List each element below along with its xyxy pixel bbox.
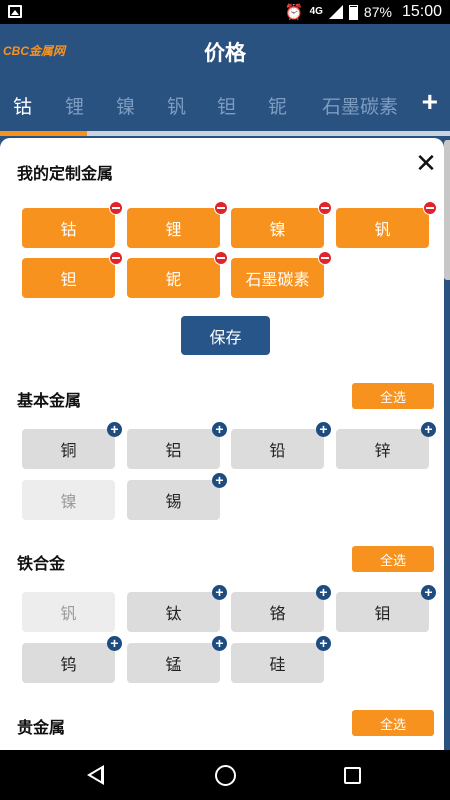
signal-icon	[328, 5, 343, 19]
chip-label: 铜	[60, 443, 77, 460]
chip-label: 镍	[269, 222, 286, 239]
chip-label: 钴	[60, 222, 77, 239]
custom-metals-title: 我的定制金属	[17, 166, 114, 183]
home-icon[interactable]	[215, 765, 236, 786]
basic-chip-nickel: 镍	[22, 480, 115, 520]
chip-label: 锌	[374, 443, 391, 460]
precious-select-all-button[interactable]: 全选	[352, 710, 434, 736]
remove-icon[interactable]	[423, 201, 437, 215]
custom-chip-vanadium[interactable]: 钒	[336, 201, 437, 248]
tab-graphite-carbon[interactable]: 石墨碳素	[322, 92, 398, 119]
tab-cobalt[interactable]: 钴	[13, 92, 32, 119]
basic-chip-zinc[interactable]: 锌 +	[336, 422, 436, 469]
add-icon[interactable]: +	[212, 636, 227, 651]
clock: 15:00	[401, 3, 442, 20]
chip-label: 铌	[165, 272, 182, 289]
chip-label: 铅	[269, 443, 286, 460]
add-icon[interactable]: +	[421, 422, 436, 437]
recent-apps-icon[interactable]	[344, 767, 361, 784]
customize-panel: 我的定制金属 ✕ 钴 锂 镍 钒 钽 铌 石墨碳素 保存 基本金属 全选 铜 +…	[0, 138, 444, 750]
alarm-icon: ⏰	[284, 4, 304, 21]
chip-label: 铝	[165, 443, 182, 460]
chip-label: 硅	[269, 657, 286, 674]
image-notification-icon	[8, 5, 22, 18]
metal-tabs: 钴 锂 镍 钒 钽 铌 石墨碳素 +	[0, 78, 450, 132]
basic-metals-title: 基本金属	[17, 393, 82, 410]
chip-label: 钼	[374, 606, 391, 623]
basic-select-all-button[interactable]: 全选	[352, 383, 434, 409]
active-tab-indicator	[0, 131, 87, 136]
custom-chip-niobium[interactable]: 铌	[127, 251, 228, 298]
add-icon[interactable]: +	[316, 422, 331, 437]
network-type: 4G	[309, 6, 323, 17]
basic-chip-tin[interactable]: 锡 +	[127, 473, 227, 520]
ferro-chip-vanadium: 钒	[22, 592, 115, 632]
basic-chip-copper[interactable]: 铜 +	[22, 422, 122, 469]
add-icon[interactable]: +	[421, 585, 436, 600]
add-icon[interactable]: +	[316, 585, 331, 600]
battery-icon	[348, 4, 358, 20]
chip-label: 钒	[60, 606, 77, 623]
back-icon[interactable]	[87, 765, 104, 785]
chip-label: 锂	[165, 222, 182, 239]
ferro-chip-silicon[interactable]: 硅 +	[231, 636, 331, 683]
custom-chip-tantalum[interactable]: 钽	[22, 251, 123, 298]
tab-vanadium[interactable]: 钒	[167, 92, 186, 119]
tab-nickel[interactable]: 镍	[116, 92, 135, 119]
remove-icon[interactable]	[109, 251, 123, 265]
add-tab-icon[interactable]: +	[422, 86, 438, 118]
chip-label: 石墨碳素	[245, 272, 310, 289]
ferroalloy-title: 铁合金	[17, 556, 66, 573]
chip-label: 镍	[60, 494, 77, 511]
tab-track	[87, 131, 450, 136]
ferroalloy-select-all-button[interactable]: 全选	[352, 546, 434, 572]
add-icon[interactable]: +	[212, 422, 227, 437]
remove-icon[interactable]	[318, 251, 332, 265]
chip-label: 铬	[269, 606, 286, 623]
chip-label: 钽	[60, 272, 77, 289]
custom-chip-cobalt[interactable]: 钴	[22, 201, 123, 248]
chip-label: 钒	[374, 222, 391, 239]
custom-chip-lithium[interactable]: 锂	[127, 201, 228, 248]
chip-label: 锡	[165, 494, 182, 511]
scrollbar[interactable]	[444, 140, 450, 280]
add-icon[interactable]: +	[107, 422, 122, 437]
custom-chip-nickel[interactable]: 镍	[231, 201, 332, 248]
ferro-chip-manganese[interactable]: 锰 +	[127, 636, 227, 683]
status-bar: ⏰ 4G 87% 15:00	[0, 0, 450, 24]
page-title: 价格	[204, 42, 246, 65]
remove-icon[interactable]	[214, 251, 228, 265]
android-nav-bar	[0, 750, 450, 800]
chip-label: 钨	[60, 657, 77, 674]
ferro-chip-titanium[interactable]: 钛 +	[127, 585, 227, 632]
battery-percent: 87%	[363, 4, 392, 20]
ferro-chip-molybdenum[interactable]: 钼 +	[336, 585, 436, 632]
tab-tantalum[interactable]: 钽	[217, 92, 236, 119]
remove-icon[interactable]	[214, 201, 228, 215]
remove-icon[interactable]	[109, 201, 123, 215]
remove-icon[interactable]	[318, 201, 332, 215]
add-icon[interactable]: +	[316, 636, 331, 651]
save-button[interactable]: 保存	[181, 316, 270, 355]
add-icon[interactable]: +	[212, 585, 227, 600]
chip-label: 钛	[165, 606, 182, 623]
tab-lithium[interactable]: 锂	[65, 92, 84, 119]
add-icon[interactable]: +	[107, 636, 122, 651]
tab-niobium[interactable]: 铌	[268, 92, 287, 119]
basic-chip-aluminium[interactable]: 铝 +	[127, 422, 227, 469]
close-icon[interactable]: ✕	[414, 150, 438, 176]
chip-label: 锰	[165, 657, 182, 674]
ferro-chip-chromium[interactable]: 铬 +	[231, 585, 331, 632]
precious-metals-title: 贵金属	[17, 720, 66, 737]
add-icon[interactable]: +	[212, 473, 227, 488]
app-header: CBC金属网 价格	[0, 24, 450, 78]
basic-chip-lead[interactable]: 铅 +	[231, 422, 331, 469]
ferro-chip-tungsten[interactable]: 钨 +	[22, 636, 122, 683]
custom-chip-graphite-carbon[interactable]: 石墨碳素	[231, 251, 332, 298]
